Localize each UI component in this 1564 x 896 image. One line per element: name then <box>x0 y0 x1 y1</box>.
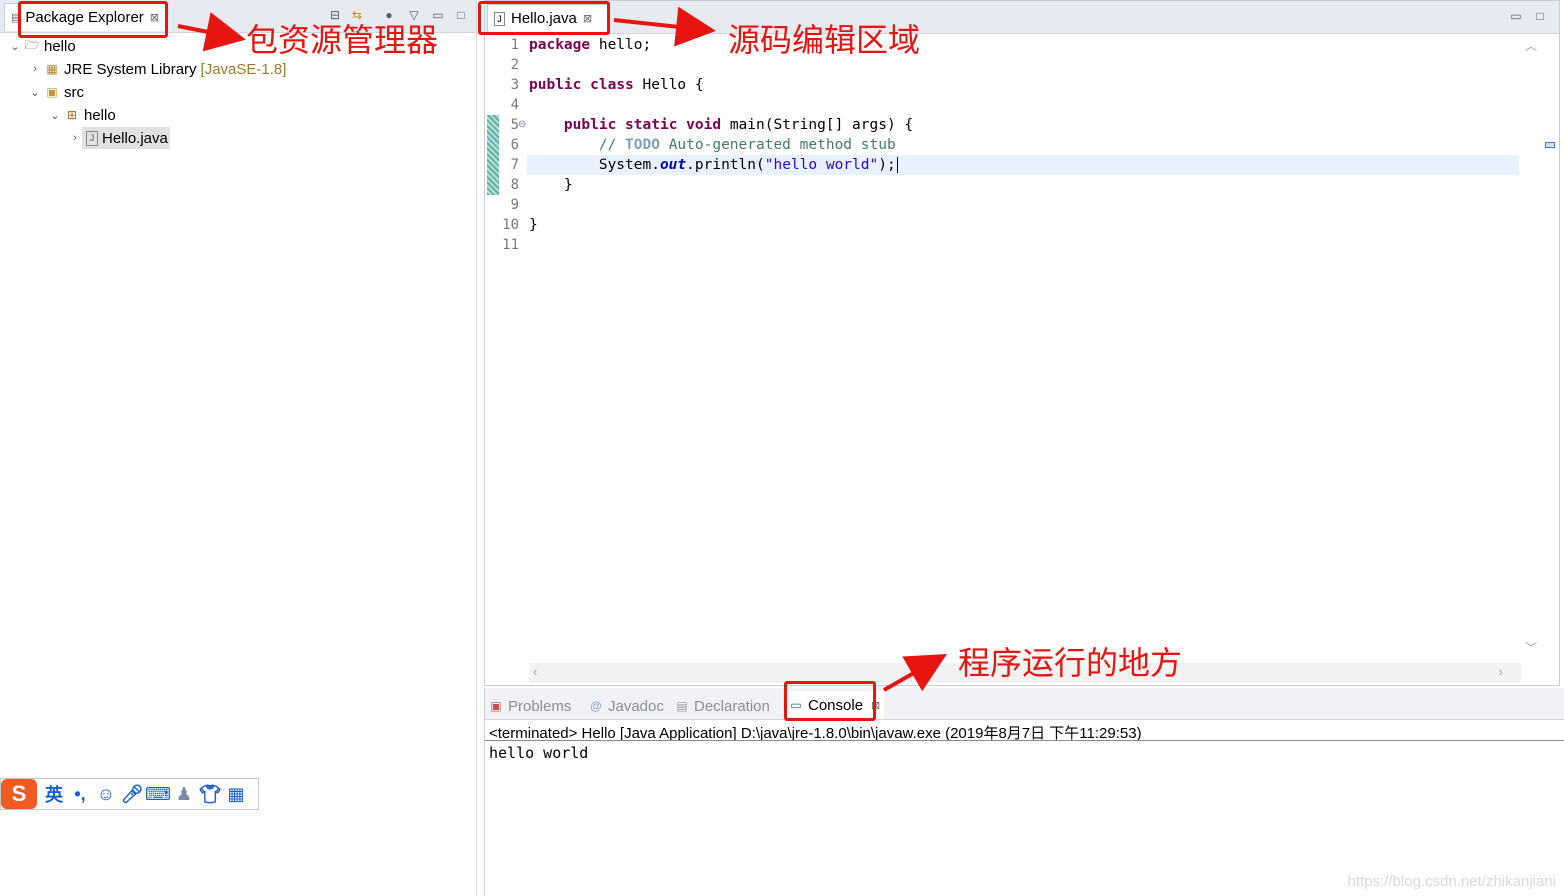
annotation-console: 程序运行的地方 <box>958 644 1183 682</box>
arrow-to-package-explorer-label <box>177 12 246 52</box>
watermark: https://blog.csdn.net/zhikanjiani <box>1347 873 1556 890</box>
arrow-to-console-label <box>883 654 947 692</box>
annotation-arrows <box>177 6 947 692</box>
annotation-source-editor: 源码编辑区域 <box>728 21 921 59</box>
arrow-to-editor-label <box>613 6 716 47</box>
annotation-package-explorer: 包资源管理器 <box>246 21 439 59</box>
